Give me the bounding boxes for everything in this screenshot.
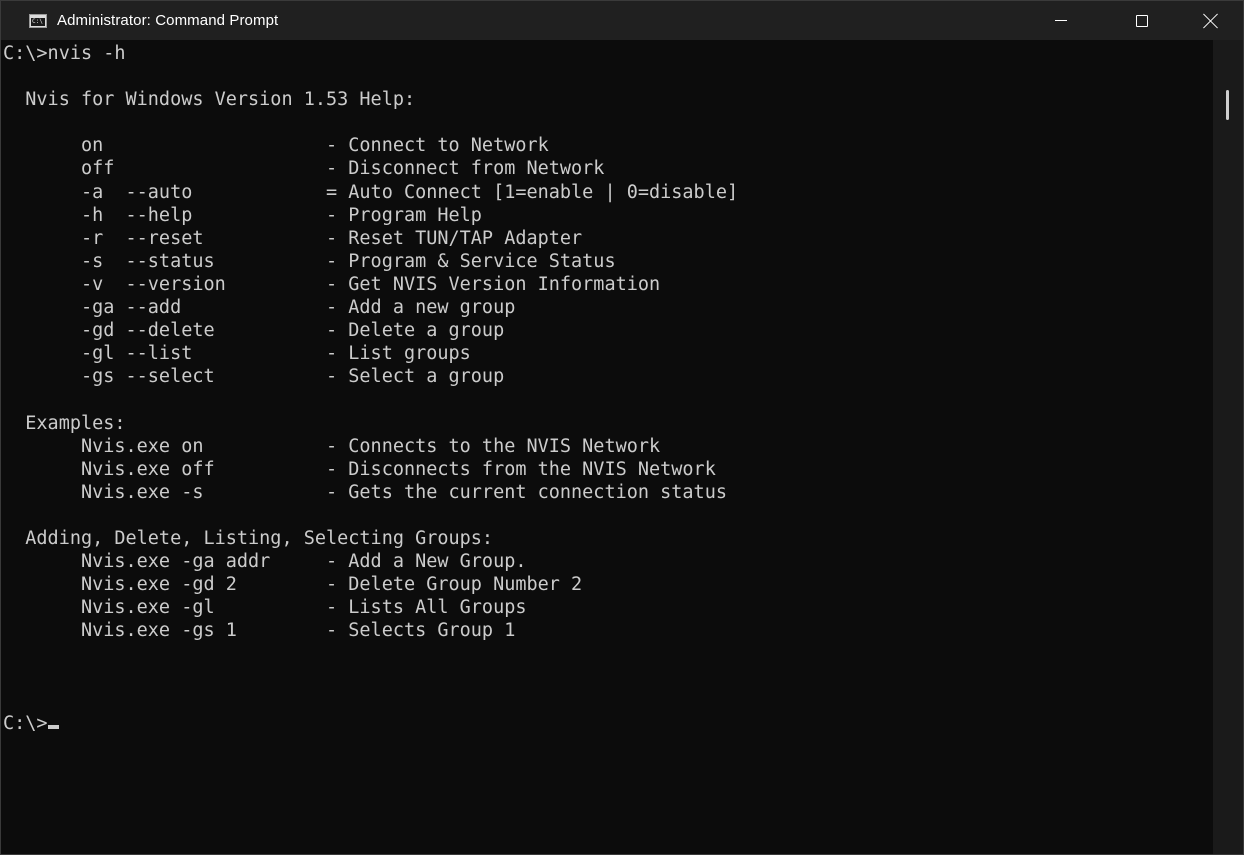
text-cursor xyxy=(47,724,59,729)
window-title: Administrator: Command Prompt xyxy=(57,12,279,29)
console-line: on - Connect to Network xyxy=(3,135,549,157)
console-line: -gl --list - List groups xyxy=(3,343,471,365)
cmd-app-icon-text: C:\ xyxy=(32,17,43,25)
close-icon xyxy=(1203,13,1219,29)
console-line: -gd --delete - Delete a group xyxy=(3,320,505,342)
minimize-icon xyxy=(1055,20,1067,21)
prompt-text: C:\> xyxy=(3,712,48,734)
vertical-scrollbar[interactable] xyxy=(1213,40,1243,854)
maximize-button[interactable] xyxy=(1105,1,1179,40)
console-line: C:\>nvis -h xyxy=(3,43,126,64)
minimize-button[interactable] xyxy=(1017,1,1105,40)
console-line: -s --status - Program & Service Status xyxy=(3,250,616,272)
prompt-line[interactable]: C:\> xyxy=(3,712,1213,735)
console-output[interactable]: C:\>nvis -h Nvis for Windows Version 1.5… xyxy=(1,40,1213,854)
console-line: -a --auto = Auto Connect [1=enable | 0=d… xyxy=(3,181,739,203)
console-line: Nvis for Windows Version 1.53 Help: xyxy=(3,89,416,111)
console-line: Nvis.exe -gs 1 - Selects Group 1 xyxy=(3,620,516,642)
maximize-icon xyxy=(1136,14,1148,27)
console-line: Nvis.exe -s - Gets the current connectio… xyxy=(3,481,727,503)
console-line: Nvis.exe -ga addr - Add a New Group. xyxy=(3,551,527,573)
cmd-app-icon: C:\ xyxy=(29,13,47,28)
console-line: -v --version - Get NVIS Version Informat… xyxy=(3,273,661,295)
console-line: Examples: xyxy=(3,412,126,434)
title-bar[interactable]: C:\ Administrator: Command Prompt xyxy=(1,1,1243,40)
console-line: off - Disconnect from Network xyxy=(3,158,605,180)
console-line: -gs --select - Select a group xyxy=(3,366,505,388)
command-prompt-window[interactable]: C:\ Administrator: Command Prompt C:\>nv… xyxy=(0,0,1244,855)
close-button[interactable] xyxy=(1179,1,1243,40)
console-line: -ga --add - Add a new group xyxy=(3,297,516,319)
console-line: -h --help - Program Help xyxy=(3,204,482,226)
console-line: Nvis.exe -gl - Lists All Groups xyxy=(3,597,527,619)
console-line: Nvis.exe on - Connects to the NVIS Netwo… xyxy=(3,435,661,457)
window-controls xyxy=(1017,1,1243,40)
console-line: Nvis.exe off - Disconnects from the NVIS… xyxy=(3,458,716,480)
console-line: Nvis.exe -gd 2 - Delete Group Number 2 xyxy=(3,574,583,596)
scrollbar-thumb[interactable] xyxy=(1226,90,1229,120)
console-line: -r --reset - Reset TUN/TAP Adapter xyxy=(3,227,583,249)
console-line: Adding, Delete, Listing, Selecting Group… xyxy=(3,527,494,549)
